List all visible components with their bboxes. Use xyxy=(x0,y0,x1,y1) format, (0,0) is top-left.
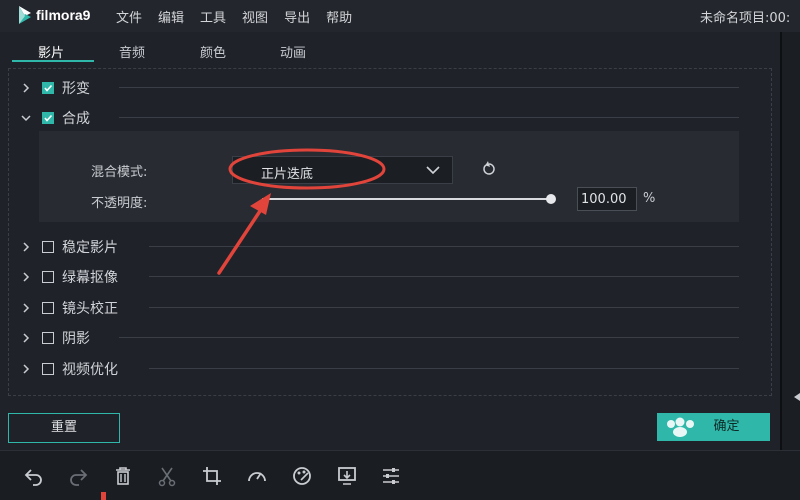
blend-mode-select[interactable]: 正片迭底 xyxy=(232,156,453,184)
opacity-input[interactable]: 100.00 xyxy=(577,187,637,211)
section-label: 阴影 xyxy=(62,331,90,347)
section-stabilize[interactable]: 稳定影片 xyxy=(9,236,118,258)
menu-export[interactable]: 导出 xyxy=(284,7,310,26)
property-tabs: 影片 音频 颜色 动画 xyxy=(0,32,780,62)
ok-button-label: 确定 xyxy=(713,419,740,434)
section-label: 合成 xyxy=(62,111,90,127)
filmora-logo-icon xyxy=(19,6,31,24)
menu-bar: 文件 编辑 工具 视图 导出 帮助 xyxy=(116,7,368,26)
section-composite[interactable]: 合成 xyxy=(9,107,90,129)
section-divider xyxy=(149,276,739,277)
blend-mode-value: 正片迭底 xyxy=(261,167,314,182)
delete-icon[interactable] xyxy=(112,465,134,487)
section-divider xyxy=(119,87,739,88)
redo-icon[interactable] xyxy=(67,465,89,487)
section-divider xyxy=(149,368,739,369)
section-label: 稳定影片 xyxy=(62,240,118,256)
adjust-icon[interactable] xyxy=(380,465,402,487)
check-icon xyxy=(44,114,53,122)
transform-checkbox[interactable] xyxy=(42,82,54,94)
composite-settings: 混合模式: 正片迭底 不透明度: 100.00 % xyxy=(39,131,739,222)
project-title: 未命名项目:00: xyxy=(700,11,791,26)
chevron-right-icon[interactable] xyxy=(20,241,32,253)
section-divider xyxy=(149,246,739,247)
tab-audio[interactable]: 音频 xyxy=(119,42,145,61)
composite-checkbox[interactable] xyxy=(42,112,54,124)
tab-video[interactable]: 影片 xyxy=(38,42,64,61)
section-label: 绿幕抠像 xyxy=(62,270,118,286)
menu-view[interactable]: 视图 xyxy=(242,7,268,26)
section-video-enhance[interactable]: 视频优化 xyxy=(9,358,118,380)
opacity-unit: % xyxy=(643,191,656,206)
menu-edit[interactable]: 编辑 xyxy=(158,7,184,26)
enhance-checkbox[interactable] xyxy=(42,363,54,375)
chevron-right-icon[interactable] xyxy=(20,332,32,344)
app-name: filmora9 xyxy=(36,7,91,23)
opacity-slider[interactable] xyxy=(262,194,556,204)
section-lens-correction[interactable]: 镜头校正 xyxy=(9,297,118,319)
menu-tools[interactable]: 工具 xyxy=(200,7,226,26)
app-logo: filmora9 xyxy=(18,4,90,26)
active-tab-indicator xyxy=(12,60,94,62)
tab-color[interactable]: 颜色 xyxy=(200,42,226,61)
preview-panel-edge xyxy=(782,32,800,450)
undo-icon[interactable] xyxy=(23,465,45,487)
section-label: 形变 xyxy=(62,81,90,97)
chevron-right-icon[interactable] xyxy=(20,82,32,94)
section-divider xyxy=(119,337,739,338)
tab-animation[interactable]: 动画 xyxy=(280,42,306,61)
export-frame-icon[interactable] xyxy=(336,465,358,487)
crop-icon[interactable] xyxy=(201,465,223,487)
top-menu-bar: filmora9 文件 编辑 工具 视图 导出 帮助 未命名项目:00: xyxy=(0,0,800,32)
menu-help[interactable]: 帮助 xyxy=(326,7,352,26)
section-divider xyxy=(119,117,739,118)
shadow-checkbox[interactable] xyxy=(42,332,54,344)
section-divider xyxy=(149,307,739,308)
stabilize-checkbox[interactable] xyxy=(42,241,54,253)
section-label: 视频优化 xyxy=(62,362,118,378)
reset-icon[interactable] xyxy=(482,160,496,176)
section-shadow[interactable]: 阴影 xyxy=(9,327,90,349)
collapse-arrow-icon[interactable] xyxy=(792,392,800,402)
watermark-paw-icon xyxy=(667,417,694,437)
section-transform[interactable]: 形变 xyxy=(9,77,90,99)
chevron-right-icon[interactable] xyxy=(20,363,32,375)
blend-mode-label: 混合模式: xyxy=(91,165,148,180)
lens-checkbox[interactable] xyxy=(42,302,54,314)
opacity-slider-thumb[interactable] xyxy=(546,194,556,204)
chevron-right-icon[interactable] xyxy=(20,302,32,314)
chevron-right-icon[interactable] xyxy=(20,271,32,283)
check-icon xyxy=(44,84,53,92)
section-label: 镜头校正 xyxy=(62,301,118,317)
scissors-icon[interactable] xyxy=(156,465,178,487)
menu-file[interactable]: 文件 xyxy=(116,7,142,26)
timeline-playhead[interactable] xyxy=(101,492,106,500)
chevron-down-icon[interactable] xyxy=(20,112,32,124)
color-icon[interactable] xyxy=(291,465,313,487)
section-chroma-key[interactable]: 绿幕抠像 xyxy=(9,266,118,288)
reset-button[interactable]: 重置 xyxy=(8,413,120,443)
speed-icon[interactable] xyxy=(246,465,268,487)
timeline-toolbar xyxy=(0,450,800,500)
opacity-label: 不透明度: xyxy=(91,196,148,211)
chevron-down-icon xyxy=(426,166,440,175)
chroma-checkbox[interactable] xyxy=(42,271,54,283)
video-properties-panel: 形变 合成 混合模式: 正片迭底 不透明度: 100.00 % 稳定影片 绿幕抠… xyxy=(8,68,772,396)
opacity-slider-fill xyxy=(262,198,551,200)
